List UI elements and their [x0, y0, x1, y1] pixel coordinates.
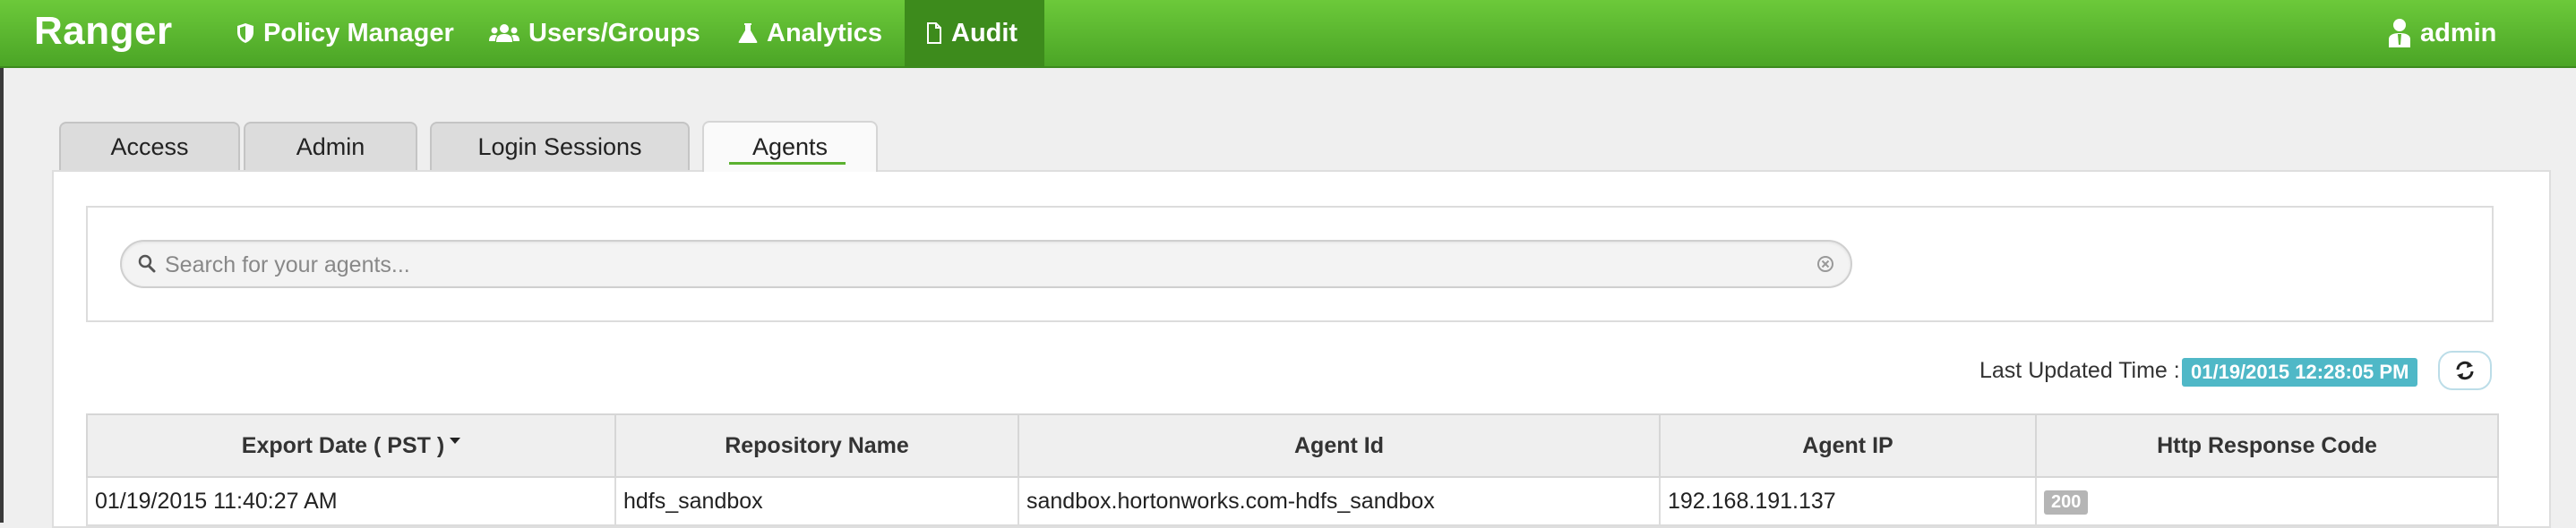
refresh-icon — [2456, 361, 2474, 380]
sort-desc-icon — [450, 438, 461, 445]
user-menu-label: admin — [2420, 18, 2497, 47]
top-navbar: Ranger Policy Manager Users/Groups Analy… — [0, 0, 2576, 68]
cell-export-date: 01/19/2015 11:40:27 AM — [86, 476, 616, 526]
table-header-row: Export Date ( PST ) Repository Name Agen… — [86, 413, 2499, 478]
user-icon — [2389, 19, 2410, 47]
column-header-agent-ip[interactable]: Agent IP — [1659, 413, 2037, 478]
table-row: 01/19/2015 11:40:27 AM hdfs_sandbox sand… — [86, 476, 2499, 526]
last-updated-label: Last Updated Time : — [1979, 358, 2180, 383]
column-header-export-date[interactable]: Export Date ( PST ) — [86, 413, 616, 478]
http-code-badge: 200 — [2044, 490, 2089, 515]
nav-audit[interactable]: Audit — [905, 0, 1044, 66]
last-updated-time: 01/19/2015 12:28:05 PM — [2182, 358, 2418, 387]
window-edge — [0, 68, 4, 523]
search-input[interactable] — [163, 249, 1797, 281]
column-header-http-response-code[interactable]: Http Response Code — [2035, 413, 2499, 478]
refresh-button[interactable] — [2438, 351, 2492, 390]
user-menu[interactable]: admin — [2366, 0, 2518, 66]
cell-agent-id: sandbox.hortonworks.com-hdfs_sandbox — [1018, 476, 1661, 526]
column-header-agent-id[interactable]: Agent Id — [1018, 413, 1661, 478]
search-box[interactable] — [120, 240, 1852, 288]
tab-login-sessions-label: Login Sessions — [477, 132, 642, 160]
tab-admin[interactable]: Admin — [244, 122, 417, 170]
cell-repository-name: hdfs_sandbox — [614, 476, 1019, 526]
agents-table: Export Date ( PST ) Repository Name Agen… — [86, 413, 2499, 526]
nav-policy-manager[interactable]: Policy Manager — [215, 0, 476, 66]
nav-analytics[interactable]: Analytics — [717, 0, 904, 66]
tab-admin-label: Admin — [296, 132, 365, 160]
nav-users-groups[interactable]: Users/Groups — [468, 0, 722, 66]
search-icon — [138, 254, 156, 273]
column-header-repository-name[interactable]: Repository Name — [614, 413, 1019, 478]
nav-policy-manager-label: Policy Manager — [263, 18, 454, 47]
clear-search-icon[interactable] — [1816, 255, 1834, 273]
nav-audit-label: Audit — [951, 18, 1018, 47]
flask-icon — [738, 23, 758, 43]
cell-agent-ip: 192.168.191.137 — [1659, 476, 2037, 526]
nav-users-groups-label: Users/Groups — [528, 18, 700, 47]
tab-agents-label: Agents — [751, 133, 829, 160]
brand-logo[interactable]: Ranger — [34, 9, 173, 54]
cell-http-response-code: 200 — [2035, 476, 2499, 526]
file-icon — [927, 22, 941, 44]
shield-icon — [237, 23, 253, 43]
column-header-export-date-label: Export Date ( PST ) — [241, 432, 445, 458]
tab-access-label: Access — [110, 132, 189, 160]
tab-agents[interactable]: Agents — [702, 121, 878, 172]
nav-analytics-label: Analytics — [767, 18, 882, 47]
tab-login-sessions[interactable]: Login Sessions — [430, 122, 690, 170]
tab-access[interactable]: Access — [59, 122, 240, 170]
active-tab-underline — [729, 162, 846, 165]
users-icon — [489, 24, 519, 42]
